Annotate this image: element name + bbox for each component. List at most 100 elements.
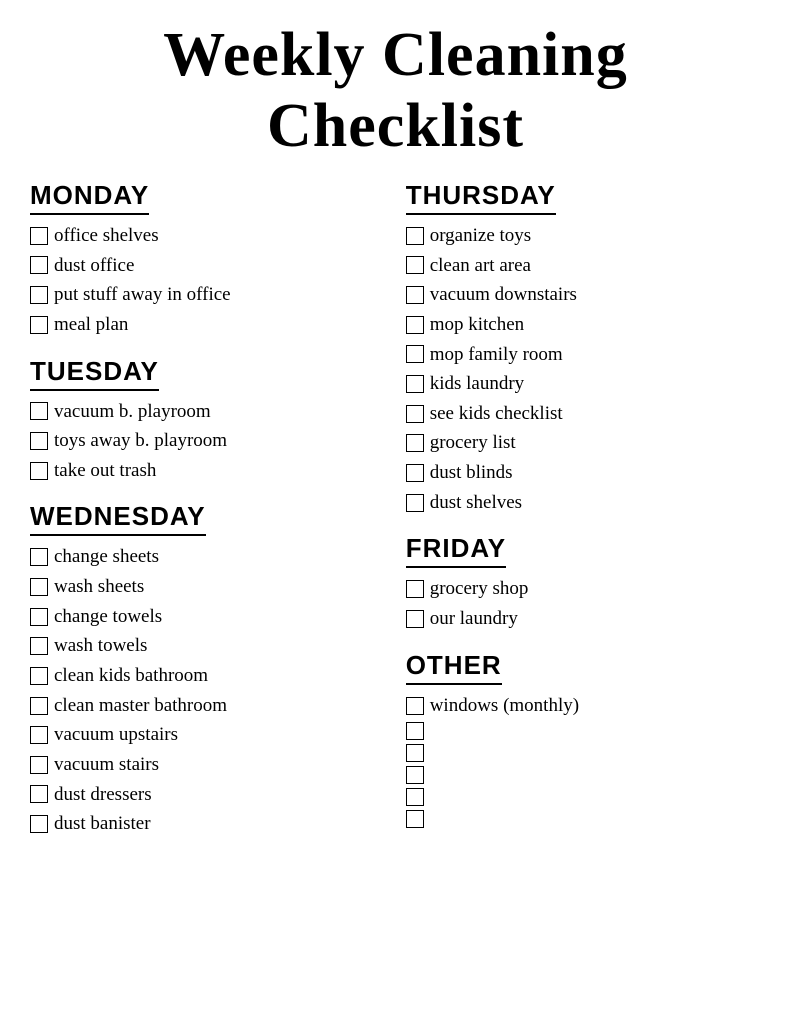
checkbox[interactable] bbox=[30, 608, 48, 626]
list-item: see kids checklist bbox=[406, 401, 761, 427]
item-label: mop kitchen bbox=[430, 312, 524, 338]
list-item: organize toys bbox=[406, 223, 761, 249]
checkbox[interactable] bbox=[30, 286, 48, 304]
day-heading-tuesday: TUESDAY bbox=[30, 356, 159, 391]
item-label: clean art area bbox=[430, 253, 531, 279]
checkbox[interactable] bbox=[406, 227, 424, 245]
list-item: mop kitchen bbox=[406, 312, 761, 338]
list-item: clean kids bathroom bbox=[30, 663, 376, 689]
item-label: grocery list bbox=[430, 430, 516, 456]
item-label: grocery shop bbox=[430, 576, 529, 602]
list-item: dust shelves bbox=[406, 490, 761, 516]
checklist-monday: office shelves dust office put stuff away … bbox=[30, 223, 376, 338]
checkbox[interactable] bbox=[30, 578, 48, 596]
item-label: vacuum stairs bbox=[54, 752, 159, 778]
list-item: office shelves bbox=[30, 223, 376, 249]
list-item: dust office bbox=[30, 253, 376, 279]
list-item: kids laundry bbox=[406, 371, 761, 397]
item-label: wash sheets bbox=[54, 574, 144, 600]
checkbox[interactable] bbox=[406, 722, 424, 740]
checkbox[interactable] bbox=[406, 610, 424, 628]
checkbox[interactable] bbox=[30, 462, 48, 480]
checkbox[interactable] bbox=[30, 256, 48, 274]
checkbox[interactable] bbox=[30, 316, 48, 334]
checkbox[interactable] bbox=[30, 815, 48, 833]
list-item: meal plan bbox=[30, 312, 376, 338]
list-item: mop family room bbox=[406, 342, 761, 368]
item-label: vacuum b. playroom bbox=[54, 399, 211, 425]
checkbox[interactable] bbox=[406, 788, 424, 806]
list-item: vacuum b. playroom bbox=[30, 399, 376, 425]
checkbox[interactable] bbox=[30, 697, 48, 715]
item-label: windows (monthly) bbox=[430, 693, 579, 719]
item-label: our laundry bbox=[430, 606, 518, 632]
checklist-tuesday: vacuum b. playroom toys away b. playroom t… bbox=[30, 399, 376, 484]
day-heading-friday: FRIDAY bbox=[406, 533, 506, 568]
day-section-other: OTHERwindows (monthly) bbox=[406, 650, 761, 829]
item-label: dust shelves bbox=[430, 490, 522, 516]
list-item: windows (monthly) bbox=[406, 693, 761, 719]
checkbox[interactable] bbox=[406, 766, 424, 784]
item-label: take out trash bbox=[54, 458, 156, 484]
item-label: vacuum upstairs bbox=[54, 722, 178, 748]
item-label: office shelves bbox=[54, 223, 159, 249]
checkbox[interactable] bbox=[406, 375, 424, 393]
day-section-wednesday: WEDNESDAYchange sheetswash sheetschange … bbox=[30, 501, 376, 836]
checkbox[interactable] bbox=[30, 785, 48, 803]
list-item: dust dressers bbox=[30, 782, 376, 808]
list-item: vacuum stairs bbox=[30, 752, 376, 778]
day-section-friday: FRIDAY grocery shop our laundry bbox=[406, 533, 761, 631]
list-item: wash sheets bbox=[30, 574, 376, 600]
item-label: dust blinds bbox=[430, 460, 513, 486]
checkbox[interactable] bbox=[30, 402, 48, 420]
item-label: change sheets bbox=[54, 544, 159, 570]
checkbox[interactable] bbox=[406, 744, 424, 762]
list-item: vacuum downstairs bbox=[406, 282, 761, 308]
checkbox[interactable] bbox=[406, 345, 424, 363]
checkbox[interactable] bbox=[30, 637, 48, 655]
item-label: see kids checklist bbox=[430, 401, 563, 427]
checkbox[interactable] bbox=[406, 256, 424, 274]
checkbox[interactable] bbox=[406, 316, 424, 334]
checkbox[interactable] bbox=[406, 697, 424, 715]
checkbox[interactable] bbox=[406, 434, 424, 452]
item-label: dust banister bbox=[54, 811, 151, 837]
list-item: grocery shop bbox=[406, 576, 761, 602]
item-label: meal plan bbox=[54, 312, 128, 338]
list-item bbox=[406, 766, 761, 784]
list-item bbox=[406, 788, 761, 806]
checkbox[interactable] bbox=[30, 227, 48, 245]
list-item: clean master bathroom bbox=[30, 693, 376, 719]
checkbox[interactable] bbox=[30, 726, 48, 744]
item-label: clean master bathroom bbox=[54, 693, 227, 719]
checkbox[interactable] bbox=[406, 464, 424, 482]
day-heading-monday: MONDAY bbox=[30, 180, 149, 215]
checkbox[interactable] bbox=[406, 286, 424, 304]
checkbox[interactable] bbox=[30, 432, 48, 450]
item-label: organize toys bbox=[430, 223, 532, 249]
item-label: wash towels bbox=[54, 633, 147, 659]
checkbox[interactable] bbox=[30, 756, 48, 774]
list-item: put stuff away in office bbox=[30, 282, 376, 308]
item-label: mop family room bbox=[430, 342, 563, 368]
item-label: clean kids bathroom bbox=[54, 663, 208, 689]
checkbox[interactable] bbox=[30, 548, 48, 566]
item-label: toys away b. playroom bbox=[54, 428, 227, 454]
checkbox[interactable] bbox=[30, 667, 48, 685]
checkbox[interactable] bbox=[406, 494, 424, 512]
list-item: our laundry bbox=[406, 606, 761, 632]
checkbox[interactable] bbox=[406, 810, 424, 828]
item-label: kids laundry bbox=[430, 371, 524, 397]
day-section-thursday: THURSDAYorganize toysclean art areavacuu… bbox=[406, 180, 761, 515]
day-section-monday: MONDAY office shelves dust office put stuff… bbox=[30, 180, 376, 338]
item-label: vacuum downstairs bbox=[430, 282, 577, 308]
left-column: MONDAY office shelves dust office put stuff… bbox=[30, 180, 396, 855]
item-label: change towels bbox=[54, 604, 162, 630]
list-item: dust blinds bbox=[406, 460, 761, 486]
list-item bbox=[406, 744, 761, 762]
list-item: wash towels bbox=[30, 633, 376, 659]
checkbox[interactable] bbox=[406, 405, 424, 423]
checkbox[interactable] bbox=[406, 580, 424, 598]
list-item: change towels bbox=[30, 604, 376, 630]
page-title: Weekly Cleaning Checklist bbox=[30, 20, 761, 162]
